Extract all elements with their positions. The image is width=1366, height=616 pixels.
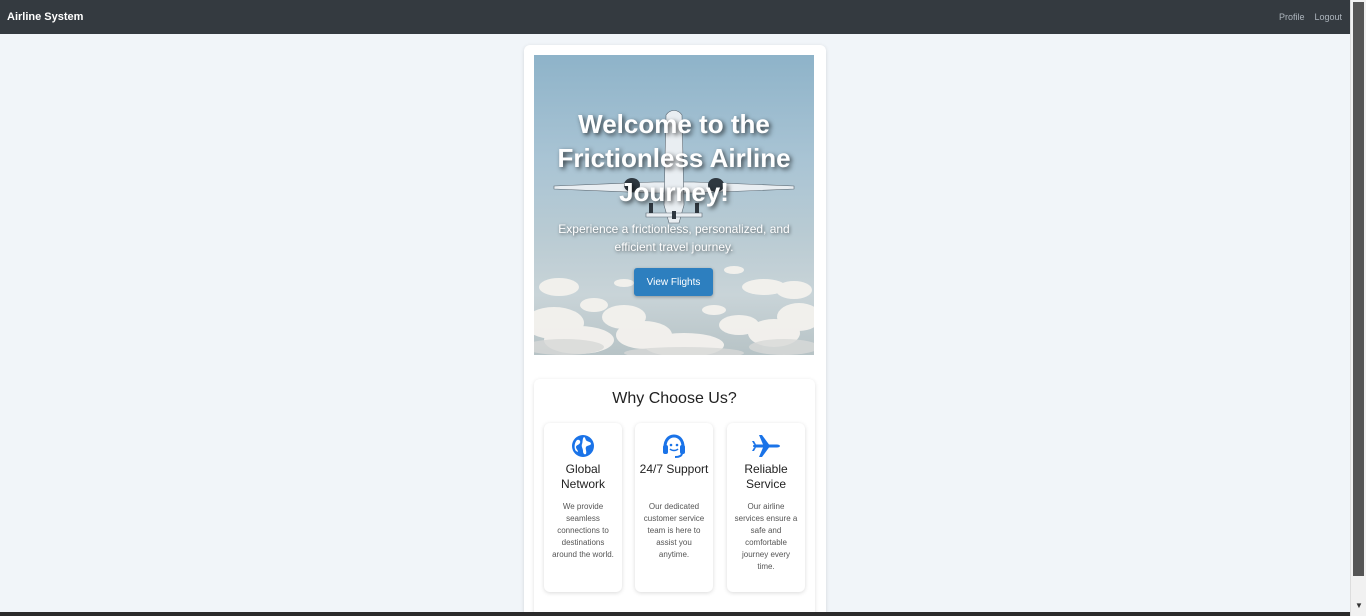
bottom-strip (0, 612, 1350, 616)
main-card: Welcome to the Frictionless Airline Jour… (524, 45, 826, 616)
feature-card-support: 24/7 Support Our dedicated customer serv… (635, 423, 713, 592)
vertical-scrollbar[interactable]: ▲ ▼ (1350, 0, 1366, 616)
feature-description: We provide seamless connections to desti… (552, 502, 614, 559)
profile-link[interactable]: Profile (1279, 12, 1305, 22)
feature-card-global-network: Global Network We provide seamless conne… (544, 423, 622, 592)
nav-links: Profile Logout (1279, 12, 1342, 22)
why-choose-us-section: Why Choose Us? Global Network We provide… (534, 379, 815, 616)
feature-description: Our airline services ensure a safe and c… (734, 502, 798, 571)
hero-subtitle: Experience a frictionless, personalized,… (558, 222, 790, 254)
top-navbar: Airline System Profile Logout (0, 0, 1350, 34)
feature-title: Reliable Service (744, 462, 788, 491)
logout-link[interactable]: Logout (1314, 12, 1342, 22)
feature-title: Global Network (560, 462, 605, 491)
feature-card-reliable-service: Reliable Service Our airline services en… (727, 423, 805, 592)
section-title: Why Choose Us? (612, 390, 737, 407)
plane-icon (727, 433, 805, 459)
hero-title: Welcome to the Frictionless Airline Jour… (557, 109, 791, 207)
headset-icon (635, 433, 713, 459)
scrollbar-thumb[interactable] (1353, 2, 1364, 576)
scroll-down-arrow-icon[interactable]: ▼ (1351, 598, 1366, 612)
brand-link[interactable]: Airline System (7, 11, 83, 23)
globe-icon (544, 433, 622, 459)
hero-banner: Welcome to the Frictionless Airline Jour… (534, 55, 814, 355)
feature-description: Our dedicated customer service team is h… (643, 502, 705, 559)
feature-title: 24/7 Support (639, 462, 709, 476)
view-flights-button[interactable]: View Flights (634, 268, 713, 296)
